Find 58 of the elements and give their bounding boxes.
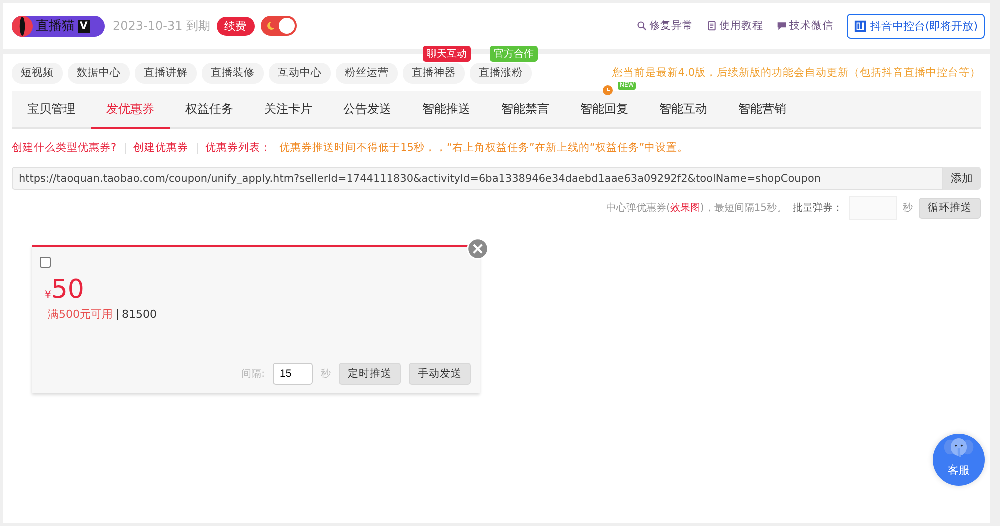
seconds-unit: 秒	[903, 202, 913, 215]
tab[interactable]: 智能互动	[644, 91, 723, 127]
loop-push-button[interactable]: 循环推送	[919, 198, 981, 218]
coupon-amount: 50	[51, 275, 84, 305]
add-button[interactable]: 添加	[943, 167, 981, 190]
service-label: 客服	[947, 463, 971, 478]
console-icon	[854, 20, 868, 32]
push-button[interactable]: 定时推送	[339, 363, 401, 385]
coupon-url-field[interactable]: https://taoquan.taobao.com/coupon/unify_apply.htm?sellerId=1744111830&activityId=6ba1338946e34daebd1aae63a09292f2&toolName=shopCoupon	[12, 167, 943, 190]
nav-item[interactable]: 互动中心	[269, 62, 331, 84]
moon-icon	[266, 21, 276, 31]
console-button[interactable]: 抖音中控台(即将开放)	[847, 14, 985, 38]
interval-label: 间隔:	[242, 368, 265, 381]
nav-item[interactable]: 直播讲解	[135, 62, 197, 84]
seconds-unit: 秒	[321, 368, 331, 381]
tab[interactable]: 智能营销	[723, 91, 802, 127]
currency-sign: ¥	[45, 290, 52, 301]
help-link[interactable]: 优惠券列表：	[206, 141, 272, 155]
nav-item[interactable]: 数据中心	[68, 62, 130, 84]
chat-icon	[777, 21, 788, 31]
help-link[interactable]: 创建优惠券	[134, 141, 189, 155]
expiry-date: 2023-10-31 到期	[113, 18, 211, 34]
header-link[interactable]: 使用教程	[707, 19, 764, 33]
nav-badge: 官方合作	[490, 46, 538, 62]
tab[interactable]: 智能禁言	[486, 91, 565, 127]
help-link[interactable]: 创建什么类型优惠券?	[12, 141, 117, 155]
batch-label: 批量弹券：	[793, 202, 843, 215]
tab[interactable]: 发优惠券	[91, 91, 170, 129]
interval-field[interactable]: 15	[273, 363, 313, 385]
tab[interactable]: 智能推送	[407, 91, 486, 127]
tab[interactable]: 宝贝管理	[12, 91, 91, 127]
document-icon	[707, 21, 718, 31]
eye-icon	[12, 16, 33, 36]
header-link[interactable]: 技术微信	[777, 19, 834, 33]
elephant-icon	[944, 437, 974, 459]
coupon-condition: 满500元可用	[48, 307, 113, 322]
tip-text: 优惠券推送时间不得低于15秒，，“右上角权益任务”在新上线的“权益任务”中设置。	[280, 141, 689, 155]
nav-item[interactable]: 直播涨粉	[470, 62, 532, 84]
night-mode-toggle[interactable]	[260, 16, 297, 36]
nav-badge: 聊天互动	[423, 46, 471, 62]
nav-item[interactable]: 短视频	[12, 62, 63, 84]
logo-text: 直播猫	[36, 18, 75, 35]
tab[interactable]: 权益任务	[170, 91, 249, 127]
renew-button[interactable]: 续费	[216, 16, 255, 36]
tab[interactable]: 智能回复	[565, 91, 644, 127]
coupon-count: 81500	[122, 308, 157, 321]
push-button[interactable]: 手动发送	[409, 363, 471, 385]
tab[interactable]: 公告发送	[328, 91, 407, 127]
tab[interactable]: 关注卡片	[249, 91, 328, 127]
nav-item[interactable]: 直播神器	[403, 62, 465, 84]
close-icon[interactable]	[467, 238, 489, 260]
header-link[interactable]: 修复异常	[637, 19, 694, 33]
nav-item[interactable]: 粉丝运营	[336, 62, 398, 84]
version-badge: V	[78, 20, 90, 32]
popup-hint: 中心弹优惠券(效果图)，最短间隔15秒。	[606, 202, 787, 215]
update-notice: 您当前是最新4.0版，后续新版的功能会自动更新（包括抖音直播中控台等）	[612, 66, 981, 80]
nav-item[interactable]: 直播装修	[202, 62, 264, 84]
checkbox[interactable]	[40, 257, 51, 268]
